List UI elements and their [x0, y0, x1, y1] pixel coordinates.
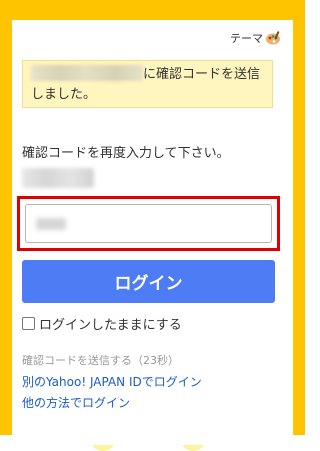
page-frame: テーマ に確認コードを送信しました。 確認コードを再度入力して下さい。 ログイン	[0, 0, 305, 451]
keep-login-label: ログインしたままにする	[39, 318, 182, 333]
code-input-highlight	[17, 196, 280, 251]
keep-login-checkbox[interactable]	[22, 317, 35, 330]
redacted-email	[31, 65, 143, 81]
resend-code-text: 確認コードを送信する（23秒）	[22, 354, 179, 367]
confirmation-code-input[interactable]	[25, 204, 272, 243]
palette-icon	[266, 31, 280, 45]
theme-label: テーマ	[230, 32, 263, 45]
redacted-hint	[22, 168, 94, 188]
keep-login-option[interactable]: ログインしたままにする	[22, 314, 182, 333]
theme-button[interactable]: テーマ	[230, 30, 281, 46]
other-method-login-link[interactable]: 他の方法でログイン	[22, 394, 130, 411]
redacted-code	[36, 217, 66, 230]
other-id-login-link[interactable]: 別のYahoo! JAPAN IDでログイン	[22, 373, 202, 390]
login-button[interactable]: ログイン	[22, 260, 275, 303]
instruction-text: 確認コードを再度入力して下さい。	[22, 146, 230, 161]
code-sent-notice: に確認コードを送信しました。	[22, 60, 273, 108]
login-card: テーマ に確認コードを送信しました。 確認コードを再度入力して下さい。 ログイン	[12, 20, 293, 445]
